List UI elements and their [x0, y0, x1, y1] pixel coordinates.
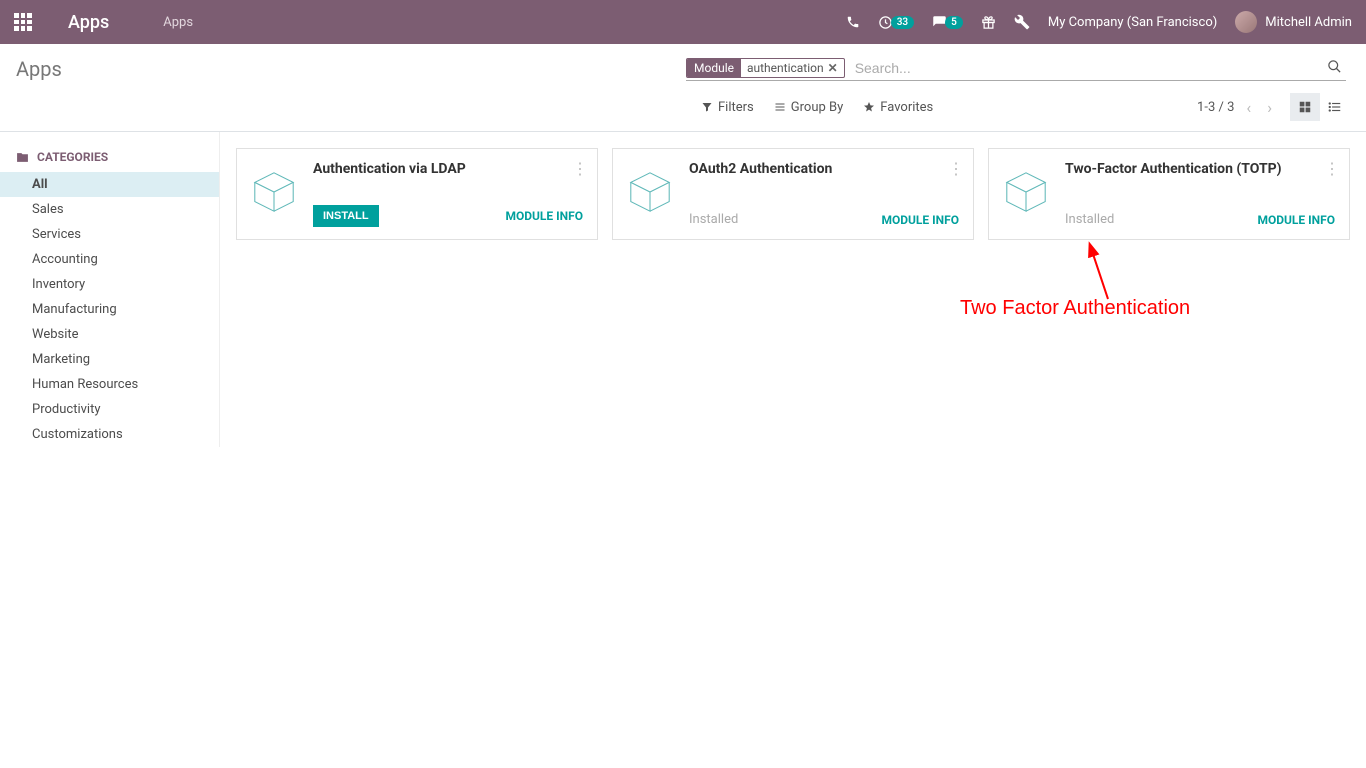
- topbar: Apps Apps 33 5 My Company (San Francisco…: [0, 0, 1366, 44]
- messages-badge: 5: [945, 16, 963, 29]
- search-input[interactable]: [851, 56, 1323, 80]
- control-panel: Apps Module authentication ✕ Filters: [0, 44, 1366, 132]
- module-cube-icon: [625, 167, 675, 217]
- pager-next-icon[interactable]: ›: [1263, 98, 1276, 117]
- module-cube-icon: [1001, 167, 1051, 217]
- install-button[interactable]: INSTALL: [313, 205, 379, 227]
- search-facet: Module authentication ✕: [686, 58, 845, 78]
- app-brand[interactable]: Apps: [68, 12, 109, 33]
- module-title: Authentication via LDAP: [313, 161, 583, 177]
- activity-badge: 33: [891, 16, 914, 29]
- sidebar-item-human-resources[interactable]: Human Resources: [0, 372, 219, 397]
- messages-icon[interactable]: 5: [932, 15, 963, 30]
- module-title: OAuth2 Authentication: [689, 161, 959, 177]
- apps-menu-icon[interactable]: [14, 13, 32, 31]
- groupby-button[interactable]: Group By: [774, 100, 844, 115]
- module-card[interactable]: ⋮ Authentication via LDAP INSTALL MODULE…: [236, 148, 598, 240]
- sidebar-item-inventory[interactable]: Inventory: [0, 272, 219, 297]
- pager-text: 1-3 / 3: [1197, 100, 1234, 115]
- sidebar-item-productivity[interactable]: Productivity: [0, 397, 219, 422]
- module-card[interactable]: ⋮ Two-Factor Authentication (TOTP) Insta…: [988, 148, 1350, 240]
- module-info-link[interactable]: MODULE INFO: [881, 213, 959, 227]
- activity-icon[interactable]: 33: [878, 15, 914, 30]
- facet-category: Module: [687, 59, 741, 77]
- page-title: Apps: [16, 57, 62, 81]
- main-view: CATEGORIES AllSalesServicesAccountingInv…: [0, 132, 1366, 447]
- phone-icon[interactable]: [846, 15, 860, 29]
- card-menu-icon[interactable]: ⋮: [948, 159, 963, 178]
- debug-icon[interactable]: [1014, 14, 1030, 30]
- gift-icon[interactable]: [981, 15, 996, 30]
- avatar-icon: [1235, 11, 1257, 33]
- view-list-button[interactable]: [1320, 93, 1350, 121]
- sidebar-item-marketing[interactable]: Marketing: [0, 347, 219, 372]
- facet-remove-icon[interactable]: ✕: [828, 61, 838, 75]
- sidebar-item-all[interactable]: All: [0, 172, 219, 197]
- module-cube-icon: [249, 167, 299, 217]
- sidebar-item-accounting[interactable]: Accounting: [0, 247, 219, 272]
- pager: 1-3 / 3 ‹ ›: [1197, 98, 1276, 117]
- installed-label: Installed: [689, 212, 738, 227]
- pager-prev-icon[interactable]: ‹: [1242, 98, 1255, 117]
- view-kanban-button[interactable]: [1290, 93, 1320, 121]
- module-info-link[interactable]: MODULE INFO: [505, 209, 583, 223]
- module-info-link[interactable]: MODULE INFO: [1257, 213, 1335, 227]
- facet-value: authentication: [747, 61, 824, 75]
- sidebar-item-website[interactable]: Website: [0, 322, 219, 347]
- favorites-button[interactable]: Favorites: [863, 100, 933, 115]
- filters-button[interactable]: Filters: [701, 100, 754, 115]
- breadcrumb[interactable]: Apps: [163, 15, 193, 30]
- sidebar-item-sales[interactable]: Sales: [0, 197, 219, 222]
- module-card[interactable]: ⋮ OAuth2 Authentication Installed MODULE…: [612, 148, 974, 240]
- card-menu-icon[interactable]: ⋮: [1324, 159, 1339, 178]
- user-name: Mitchell Admin: [1265, 15, 1352, 30]
- sidebar: CATEGORIES AllSalesServicesAccountingInv…: [0, 132, 220, 447]
- kanban-view: ⋮ Authentication via LDAP INSTALL MODULE…: [220, 132, 1366, 447]
- module-title: Two-Factor Authentication (TOTP): [1065, 161, 1335, 177]
- installed-label: Installed: [1065, 212, 1114, 227]
- folder-icon: [16, 151, 29, 164]
- card-menu-icon[interactable]: ⋮: [572, 159, 587, 178]
- sidebar-item-customizations[interactable]: Customizations: [0, 422, 219, 447]
- sidebar-item-manufacturing[interactable]: Manufacturing: [0, 297, 219, 322]
- user-menu[interactable]: Mitchell Admin: [1235, 11, 1352, 33]
- company-selector[interactable]: My Company (San Francisco): [1048, 15, 1217, 30]
- search-icon[interactable]: [1323, 59, 1346, 78]
- sidebar-header: CATEGORIES: [0, 150, 219, 172]
- search-bar[interactable]: Module authentication ✕: [686, 56, 1346, 81]
- sidebar-item-services[interactable]: Services: [0, 222, 219, 247]
